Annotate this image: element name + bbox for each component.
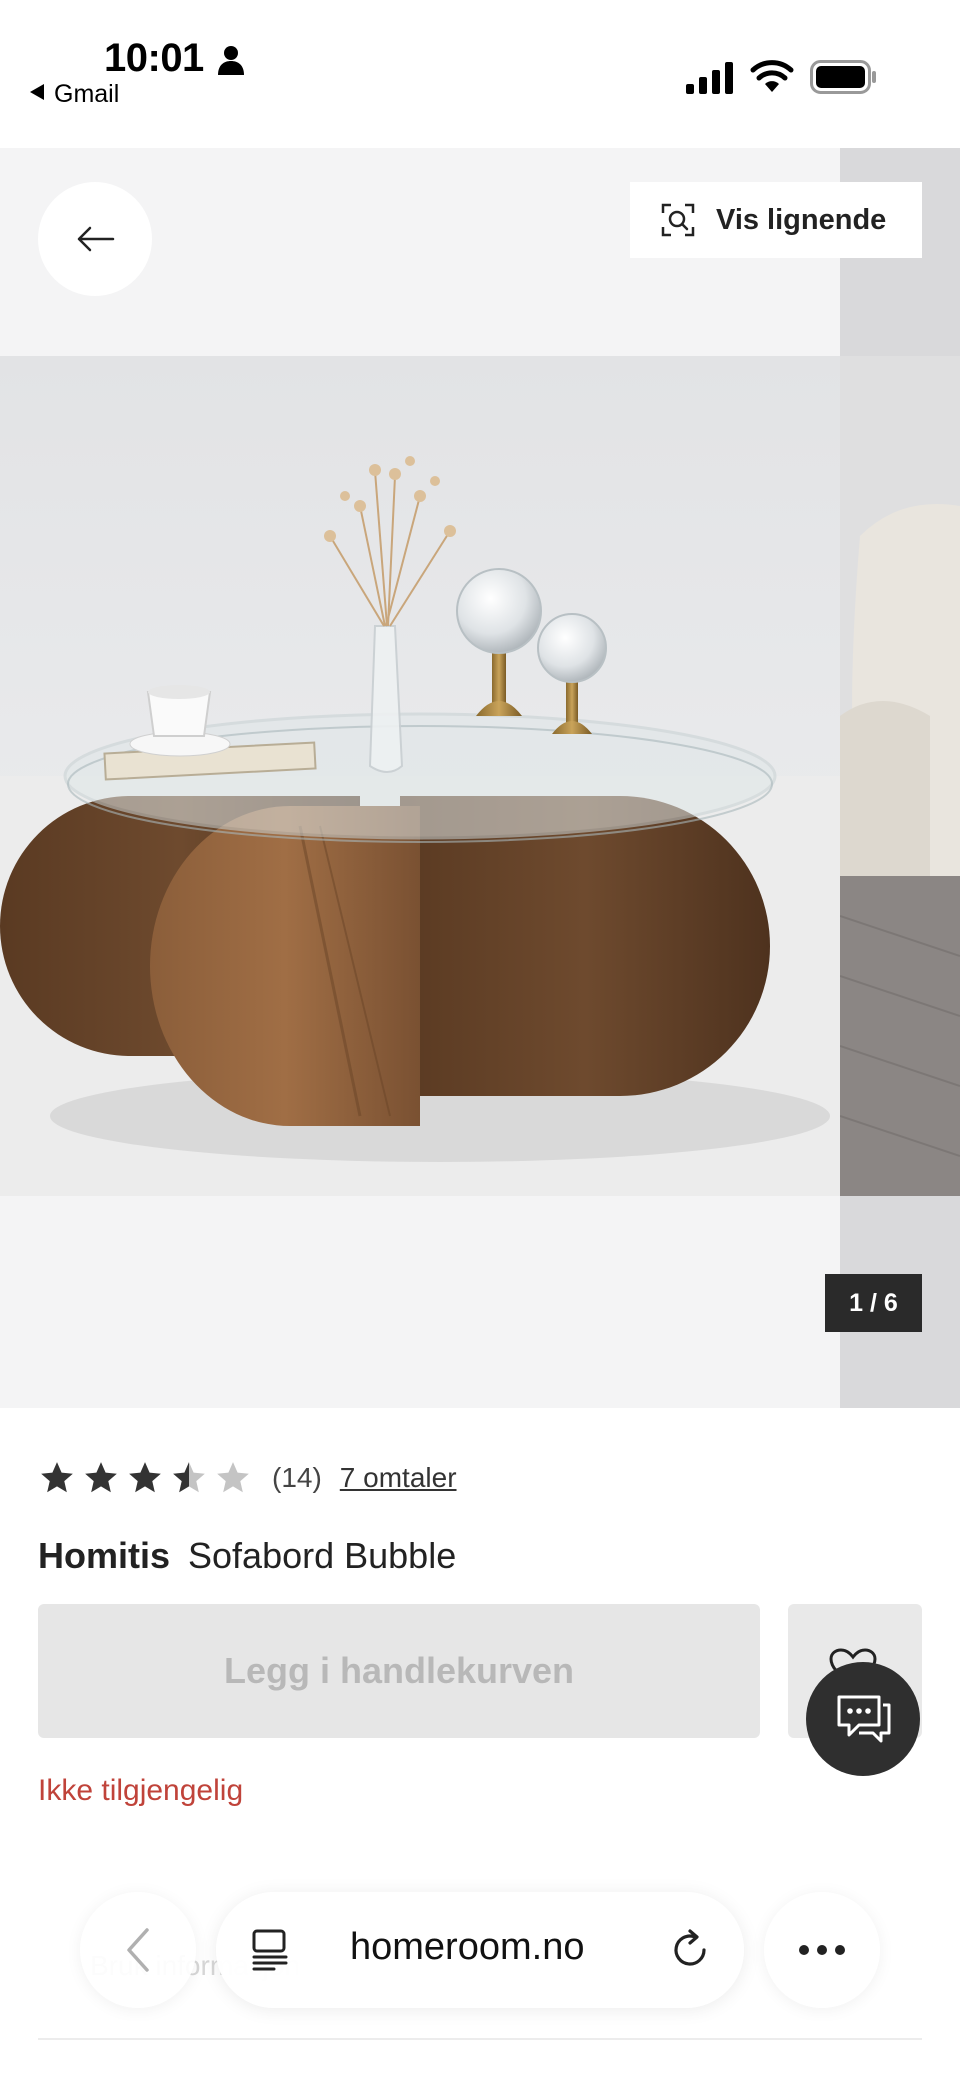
reviews-link[interactable]: 7 omtaler: [340, 1462, 457, 1494]
person-icon: [218, 46, 244, 75]
more-button[interactable]: [764, 1892, 880, 2008]
star-icon: [85, 1462, 117, 1493]
wifi-icon: [750, 60, 794, 92]
url-text[interactable]: homeroom.no: [350, 1926, 584, 1969]
back-app-label: Gmail: [54, 80, 120, 108]
image-pager: 1 / 6: [825, 1274, 922, 1332]
address-bar[interactable]: homeroom.no: [216, 1892, 744, 2008]
reader-icon[interactable]: [250, 1928, 290, 1972]
chat-icon: [837, 1695, 891, 1743]
star-empty-icon: [217, 1462, 249, 1493]
product-image[interactable]: [0, 148, 840, 1408]
chat-button[interactable]: [806, 1662, 920, 1776]
star-half-icon: [173, 1462, 205, 1493]
product-name: Sofabord Bubble: [188, 1535, 457, 1576]
more-icon: [799, 1945, 845, 1955]
chevron-left-icon: [127, 1928, 149, 1972]
product-brand[interactable]: Homitis: [38, 1535, 170, 1576]
review-count: (14): [272, 1462, 322, 1493]
rating-row: (14) 7 omtaler: [38, 1456, 457, 1500]
product-gallery[interactable]: Vis lignende 1 / 6: [0, 148, 960, 1408]
clock: 10:01: [104, 36, 204, 80]
add-to-cart-button[interactable]: Legg i handlekurven: [38, 1604, 760, 1738]
back-button[interactable]: [38, 182, 152, 296]
status-bar: 10:01 Gmail: [0, 0, 960, 148]
rating-stars: [38, 1459, 252, 1497]
reload-icon[interactable]: [668, 1928, 712, 1972]
visual-search-icon: [661, 203, 695, 237]
show-similar-button[interactable]: Vis lignende: [630, 182, 922, 258]
availability-status: Ikke tilgjengelig: [38, 1774, 244, 1807]
next-product-photo: [840, 356, 960, 1196]
battery-icon: [810, 60, 876, 94]
divider: [38, 2038, 922, 2040]
next-product-image[interactable]: [840, 148, 960, 1408]
product-title: Homitis Sofabord Bubble: [38, 1535, 456, 1577]
arrow-left-icon: [77, 226, 115, 252]
show-similar-label: Vis lignende: [716, 203, 887, 236]
product-photo: [0, 356, 840, 1196]
star-icon: [41, 1462, 73, 1493]
browser-back-button[interactable]: [80, 1892, 196, 2008]
back-to-app[interactable]: Gmail: [30, 80, 119, 109]
signal-icon: [686, 62, 733, 94]
star-icon: [129, 1462, 161, 1493]
